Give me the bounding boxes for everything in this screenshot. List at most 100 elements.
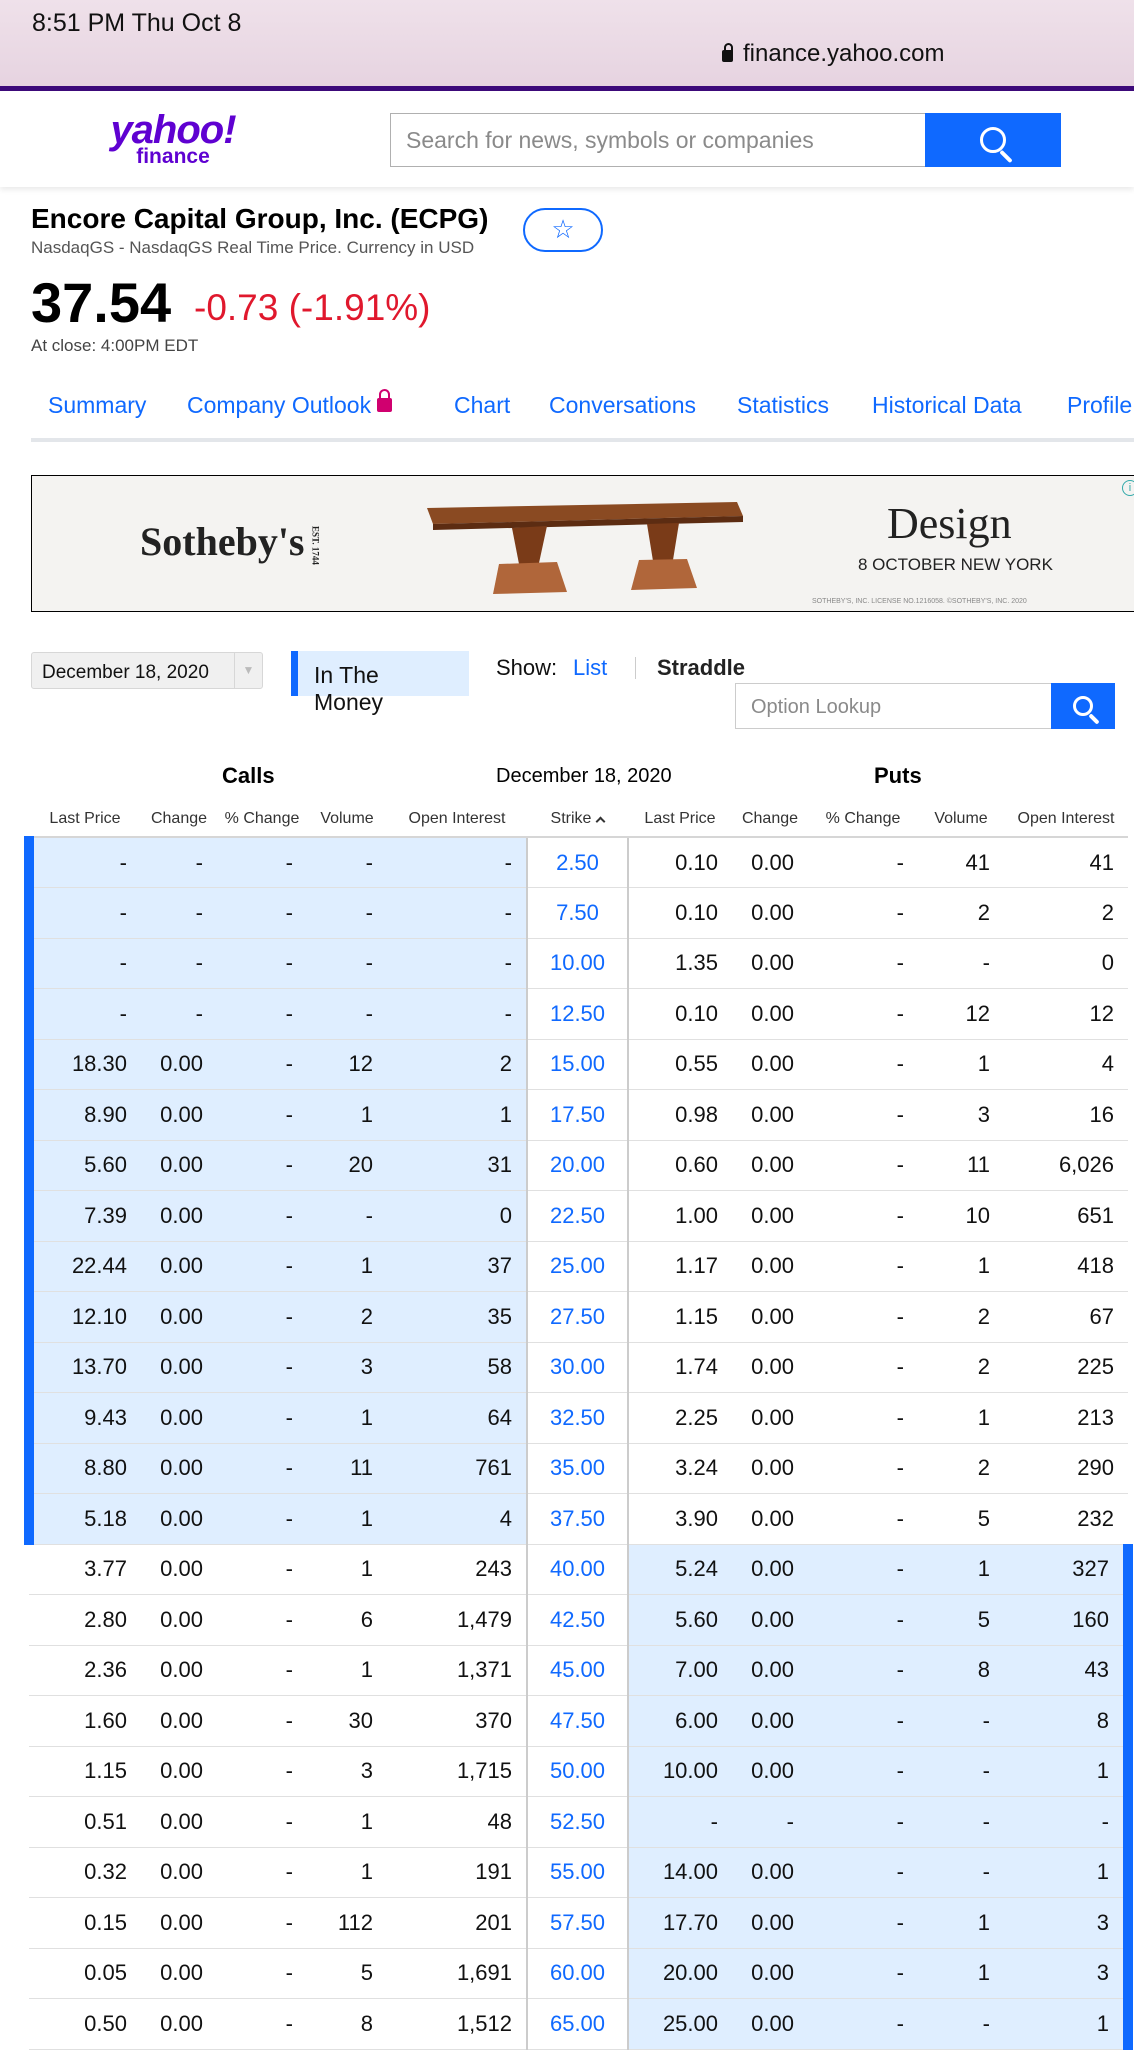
strike-link[interactable]: 15.00 (526, 1039, 629, 1090)
put-pct-change: - (808, 837, 918, 888)
col-put-open-interest[interactable]: Open Interest (1004, 810, 1128, 838)
strike-link[interactable]: 42.50 (526, 1594, 629, 1646)
strike-link[interactable]: 52.50 (526, 1796, 629, 1848)
strike-link[interactable]: 57.50 (526, 1897, 629, 1949)
call-open-interest: 37 (387, 1241, 527, 1292)
tab-historical-data[interactable]: Historical Data (872, 392, 1022, 419)
ad-table-image (427, 502, 743, 594)
option-lookup-input[interactable]: Option Lookup (735, 683, 1052, 729)
yahoo-finance-logo[interactable]: yahoo! finance (98, 110, 248, 167)
put-pct-change: - (808, 1089, 918, 1141)
strike-link[interactable]: 27.50 (526, 1291, 629, 1343)
call-pct-change: - (217, 1392, 307, 1444)
strike-link[interactable]: 65.00 (526, 1998, 629, 2050)
put-pct-change: - (808, 1897, 918, 1949)
put-pct-change: - (808, 1746, 918, 1797)
watchlist-star-button[interactable]: ☆ (523, 208, 603, 252)
strike-link[interactable]: 2.50 (526, 837, 629, 888)
call-open-interest: - (387, 938, 527, 989)
put-last-price: 14.00 (628, 1847, 732, 1898)
col-strike[interactable]: Strike (527, 810, 628, 838)
table-row: - - - - -10.00 1.35 0.00- -0 (24, 938, 1128, 989)
put-pct-change: - (808, 1342, 918, 1393)
col-call-volume[interactable]: Volume (307, 810, 387, 838)
strike-link[interactable]: 40.00 (526, 1544, 629, 1595)
call-open-interest: 1,691 (387, 1948, 527, 1999)
col-put-pct-change[interactable]: % Change (808, 810, 918, 838)
tab-profile[interactable]: Profile (1067, 392, 1132, 419)
put-last-price: 1.15 (628, 1291, 732, 1343)
col-call-pct-change[interactable]: % Change (217, 810, 307, 838)
call-volume: 3 (307, 1342, 387, 1393)
call-pct-change: - (217, 1241, 307, 1292)
expiration-date-select[interactable]: December 18, 2020 ▼ (31, 652, 263, 689)
put-change: 0.00 (732, 1241, 808, 1292)
call-pct-change: - (217, 938, 307, 989)
call-volume: 11 (307, 1443, 387, 1494)
put-open-interest: 2 (1004, 887, 1128, 939)
col-call-open-interest[interactable]: Open Interest (387, 810, 527, 838)
put-volume: 1 (918, 1897, 1004, 1949)
ad-info-icon[interactable]: i (1122, 480, 1134, 496)
col-put-volume[interactable]: Volume (918, 810, 1004, 838)
call-last-price: 0.51 (29, 1796, 141, 1848)
strike-link[interactable]: 55.00 (526, 1847, 629, 1898)
tab-conversations[interactable]: Conversations (549, 392, 696, 419)
col-put-last-price[interactable]: Last Price (628, 810, 732, 838)
call-pct-change: - (217, 1695, 307, 1747)
strike-link[interactable]: 45.00 (526, 1645, 629, 1696)
strike-link[interactable]: 60.00 (526, 1948, 629, 1999)
strike-link[interactable]: 20.00 (526, 1140, 629, 1191)
show-straddle-link[interactable]: Straddle (657, 655, 745, 681)
table-body: - - - - -2.50 0.10 0.00-41 41- - - - -7.50 0.10 0.00-… (24, 837, 1133, 2050)
put-last-price: 0.60 (628, 1140, 732, 1191)
call-pct-change: - (217, 1291, 307, 1343)
advertisement-banner[interactable]: Sotheby's EST. 1744 Design 8 OCTOBER NEW … (31, 475, 1134, 612)
strike-link[interactable]: 10.00 (526, 938, 629, 989)
tab-chart[interactable]: Chart (454, 392, 510, 419)
call-last-price: - (24, 887, 141, 939)
call-volume: 12 (307, 1039, 387, 1090)
strike-link[interactable]: 30.00 (526, 1342, 629, 1393)
col-call-change[interactable]: Change (141, 810, 217, 838)
strike-link[interactable]: 7.50 (526, 887, 629, 939)
col-put-change[interactable]: Change (732, 810, 808, 838)
strike-link[interactable]: 22.50 (526, 1190, 629, 1242)
put-last-price: 0.55 (628, 1039, 732, 1090)
put-pct-change: - (808, 1392, 918, 1444)
search-input[interactable]: Search for news, symbols or companies (390, 113, 926, 167)
put-pct-change: - (808, 1695, 918, 1747)
tab-statistics[interactable]: Statistics (737, 392, 829, 419)
put-open-interest: 3 (1004, 1948, 1133, 1999)
show-list-link[interactable]: List (573, 655, 607, 681)
strike-link[interactable]: 47.50 (526, 1695, 629, 1747)
search-icon (980, 127, 1006, 153)
strike-link[interactable]: 32.50 (526, 1392, 629, 1444)
strike-link[interactable]: 12.50 (526, 988, 629, 1040)
tab-summary[interactable]: Summary (48, 392, 146, 419)
strike-link[interactable]: 37.50 (526, 1493, 629, 1545)
table-row: 0.05 0.00-5 1,691 60.00 20.00 0.00-1 3 (29, 1948, 1133, 1999)
put-volume: 1 (918, 1241, 1004, 1292)
call-change: 0.00 (141, 1645, 217, 1696)
put-change: 0.00 (732, 1291, 808, 1343)
col-call-last-price[interactable]: Last Price (29, 810, 141, 838)
put-open-interest: 16 (1004, 1089, 1128, 1141)
search-button[interactable] (925, 113, 1061, 167)
put-volume: - (918, 1847, 1004, 1898)
option-lookup-button[interactable] (1051, 683, 1115, 729)
put-open-interest: - (1004, 1796, 1133, 1848)
tab-company-outlook[interactable]: Company Outlook (187, 389, 393, 419)
put-volume: 1 (918, 1544, 1004, 1595)
table-row: 8.90 0.00-1 1 17.50 0.98 0.00-3 16 (24, 1089, 1128, 1141)
strike-link[interactable]: 35.00 (526, 1443, 629, 1494)
call-change: 0.00 (141, 1594, 217, 1646)
put-open-interest: 0 (1004, 938, 1128, 989)
call-last-price: - (24, 837, 141, 888)
put-open-interest: 6,026 (1004, 1140, 1128, 1191)
strike-link[interactable]: 17.50 (526, 1089, 629, 1141)
strike-link[interactable]: 25.00 (526, 1241, 629, 1292)
address-bar[interactable]: finance.yahoo.com (722, 40, 944, 68)
strike-link[interactable]: 50.00 (526, 1746, 629, 1797)
put-volume: 12 (918, 988, 1004, 1040)
